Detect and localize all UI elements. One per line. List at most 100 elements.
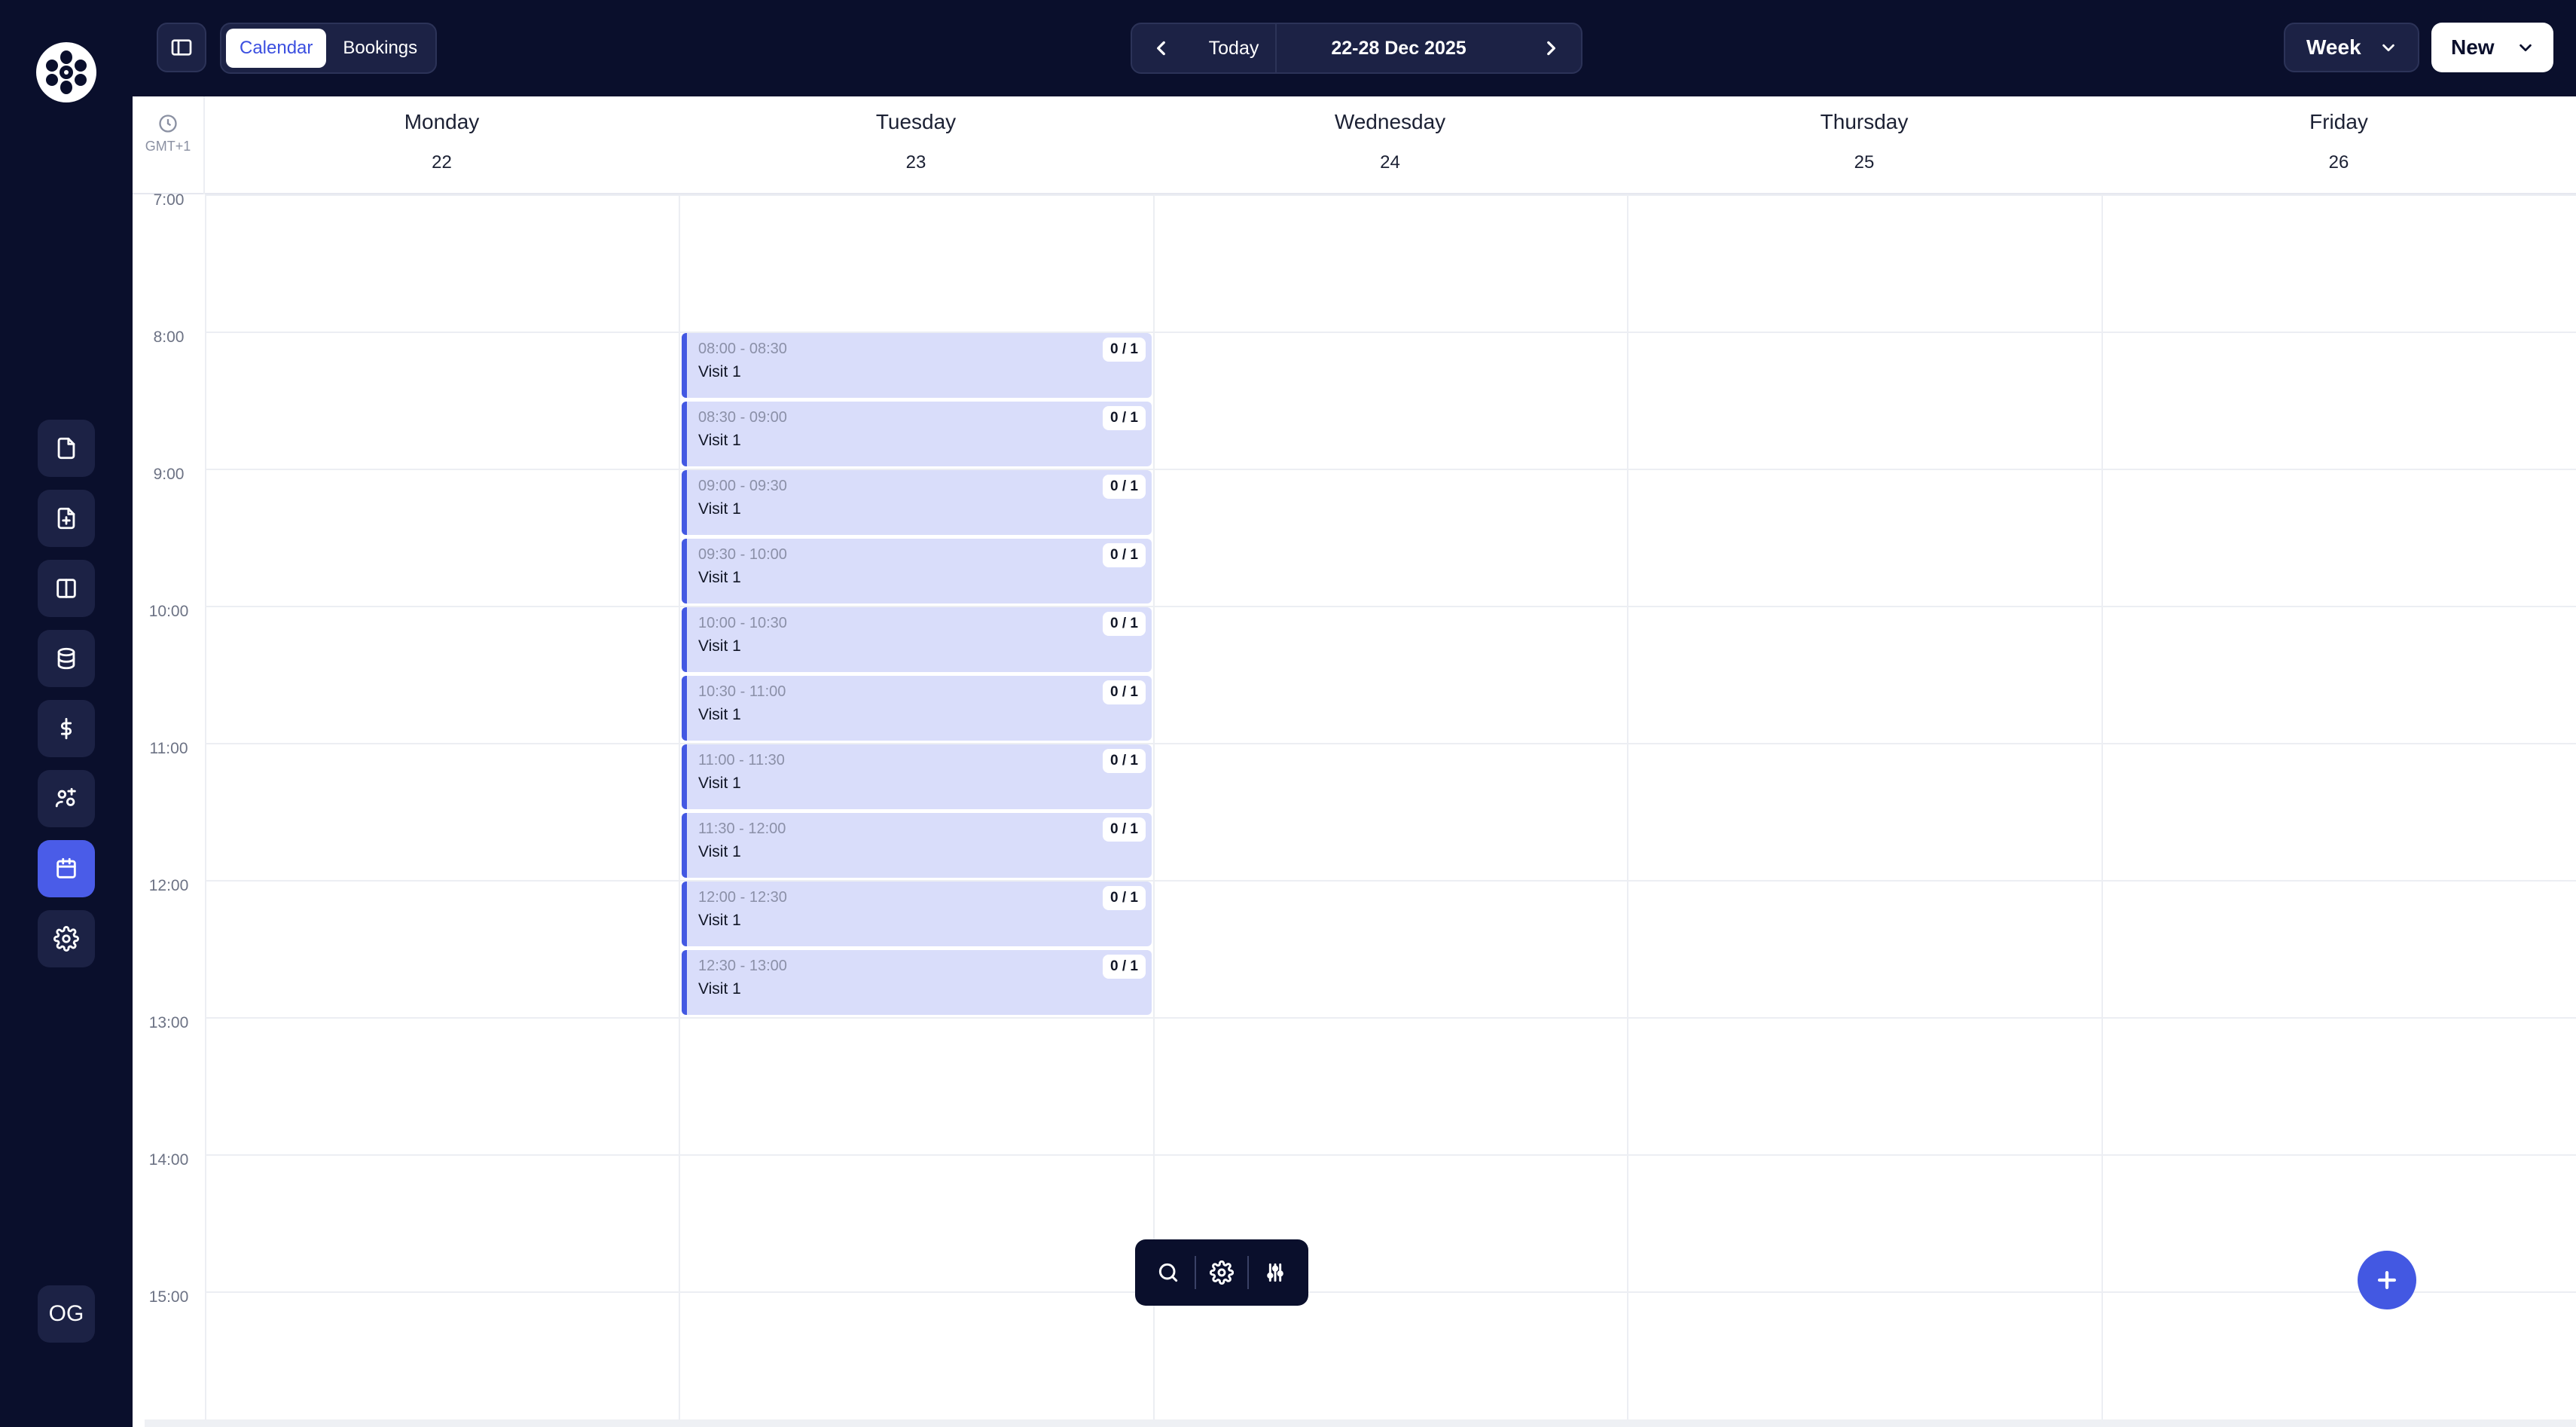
tab-bookings[interactable]: Bookings xyxy=(329,29,431,68)
search-button[interactable] xyxy=(1146,1250,1191,1295)
event-title: Visit 1 xyxy=(698,432,741,449)
column-divider xyxy=(679,194,680,1427)
gear-icon xyxy=(1209,1260,1234,1285)
hour-line xyxy=(205,332,2576,333)
event-time: 10:00 - 10:30 xyxy=(698,615,787,631)
event-card[interactable]: 08:00 - 08:30 Visit 1 0 / 1 xyxy=(682,333,1152,398)
event-time: 11:00 - 11:30 xyxy=(698,752,785,769)
event-title: Visit 1 xyxy=(698,500,741,518)
day-header-thursday[interactable]: Thursday 25 xyxy=(1627,96,2101,194)
day-name: Wednesday xyxy=(1334,110,1446,133)
previous-week-button[interactable] xyxy=(1132,24,1192,72)
day-header-monday[interactable]: Monday 22 xyxy=(205,96,679,194)
event-card[interactable]: 09:30 - 10:00 Visit 1 0 / 1 xyxy=(682,539,1152,603)
hour-label: 14:00 xyxy=(148,1151,189,1169)
hour-label: 9:00 xyxy=(153,466,185,483)
day-name: Thursday xyxy=(1820,110,1909,133)
day-header-wednesday[interactable]: Wednesday 24 xyxy=(1153,96,1627,194)
new-button-label: New xyxy=(2451,35,2495,59)
event-title: Visit 1 xyxy=(698,363,741,380)
top-bar: Calendar Bookings Today 22-28 Dec 2025 W… xyxy=(133,0,2576,96)
event-card[interactable]: 09:00 - 09:30 Visit 1 0 / 1 xyxy=(682,470,1152,535)
column-divider xyxy=(205,194,206,1427)
view-select-value: Week xyxy=(2306,35,2361,59)
hour-line xyxy=(205,194,2576,196)
add-button[interactable] xyxy=(2358,1251,2416,1309)
capacity-badge: 0 / 1 xyxy=(1103,749,1146,773)
capacity-badge: 0 / 1 xyxy=(1103,475,1146,499)
user-avatar[interactable]: OG xyxy=(38,1285,95,1343)
event-card[interactable]: 12:30 - 13:00 Visit 1 0 / 1 xyxy=(682,950,1152,1015)
date-navigator: Today 22-28 Dec 2025 xyxy=(1131,23,1583,74)
column-divider xyxy=(1627,194,1628,1427)
day-date: 22 xyxy=(432,152,452,173)
event-card[interactable]: 11:30 - 12:00 Visit 1 0 / 1 xyxy=(682,813,1152,878)
day-header-tuesday[interactable]: Tuesday 23 xyxy=(679,96,1153,194)
sidebar-item-documents[interactable] xyxy=(38,420,95,477)
event-title: Visit 1 xyxy=(698,569,741,586)
clock-icon xyxy=(159,115,177,133)
event-card[interactable]: 10:00 - 10:30 Visit 1 0 / 1 xyxy=(682,607,1152,672)
toolbar-divider xyxy=(1247,1256,1250,1289)
timezone-label: GMT+1 xyxy=(145,139,191,154)
calendar-week-view: GMT+1 Monday 22 Tuesday 23 Wednesday 24 … xyxy=(133,96,2576,1427)
columns-icon xyxy=(56,579,76,598)
event-card[interactable]: 10:30 - 11:00 Visit 1 0 / 1 xyxy=(682,676,1152,741)
event-title: Visit 1 xyxy=(698,980,741,998)
event-title: Visit 1 xyxy=(698,637,741,655)
day-header-friday[interactable]: Friday 26 xyxy=(2101,96,2576,194)
time-grid[interactable]: 7:00 8:00 9:00 10:00 11:00 12:00 13:00 1… xyxy=(133,191,2576,1427)
day-date: 25 xyxy=(1854,152,1875,173)
event-card[interactable]: 08:30 - 09:00 Visit 1 0 / 1 xyxy=(682,402,1152,466)
sidebar-item-billing[interactable] xyxy=(38,700,95,757)
capacity-badge: 0 / 1 xyxy=(1103,338,1146,362)
date-range-label[interactable]: 22-28 Dec 2025 xyxy=(1277,38,1521,60)
horizontal-scrollbar[interactable] xyxy=(145,1419,2576,1427)
capacity-badge: 0 / 1 xyxy=(1103,543,1146,567)
event-time: 11:30 - 12:00 xyxy=(698,820,786,837)
today-button[interactable]: Today xyxy=(1192,24,1277,72)
hour-line xyxy=(205,743,2576,744)
sidebar-item-database[interactable] xyxy=(38,630,95,687)
sidebar-item-panels[interactable] xyxy=(38,560,95,617)
hour-label: 11:00 xyxy=(149,740,188,757)
sidebar-toggle-icon xyxy=(171,39,192,56)
event-title: Visit 1 xyxy=(698,775,741,792)
column-divider xyxy=(2101,194,2103,1427)
hour-line xyxy=(205,469,2576,470)
sliders-icon xyxy=(1266,1263,1283,1282)
chevron-down-icon xyxy=(2517,39,2534,56)
database-icon xyxy=(57,647,75,670)
hour-line xyxy=(205,1291,2576,1293)
sidebar-item-settings[interactable] xyxy=(38,910,95,967)
event-card[interactable]: 12:00 - 12:30 Visit 1 0 / 1 xyxy=(682,882,1152,946)
event-time: 10:30 - 11:00 xyxy=(698,683,786,700)
sidebar-item-calendar[interactable] xyxy=(38,840,95,897)
filters-button[interactable] xyxy=(1253,1250,1298,1295)
sidebar-item-team[interactable] xyxy=(38,770,95,827)
day-date: 26 xyxy=(2328,152,2349,173)
capacity-badge: 0 / 1 xyxy=(1103,612,1146,636)
event-card[interactable]: 11:00 - 11:30 Visit 1 0 / 1 xyxy=(682,744,1152,809)
toggle-sidebar-button[interactable] xyxy=(157,23,206,72)
hour-label: 7:00 xyxy=(153,191,185,209)
sidebar-item-add-document[interactable] xyxy=(38,490,95,547)
file-icon xyxy=(57,437,75,460)
view-select[interactable]: Week xyxy=(2284,23,2419,72)
next-week-button[interactable] xyxy=(1521,24,1581,72)
event-time: 12:00 - 12:30 xyxy=(698,889,787,906)
chevron-right-icon xyxy=(1547,41,1555,56)
hour-line xyxy=(205,1017,2576,1019)
new-button[interactable]: New xyxy=(2431,23,2553,72)
settings-button[interactable] xyxy=(1199,1250,1244,1295)
capacity-badge: 0 / 1 xyxy=(1103,817,1146,842)
hour-line xyxy=(205,880,2576,882)
brand-logo-icon[interactable] xyxy=(36,42,96,102)
chevron-left-icon xyxy=(1157,41,1165,56)
day-name: Tuesday xyxy=(875,110,957,133)
view-switcher: Calendar Bookings xyxy=(220,23,438,74)
event-time: 08:00 - 08:30 xyxy=(698,341,787,357)
event-time: 08:30 - 09:00 xyxy=(698,409,787,426)
sidebar: OG xyxy=(0,0,133,1427)
tab-calendar[interactable]: Calendar xyxy=(226,29,327,68)
